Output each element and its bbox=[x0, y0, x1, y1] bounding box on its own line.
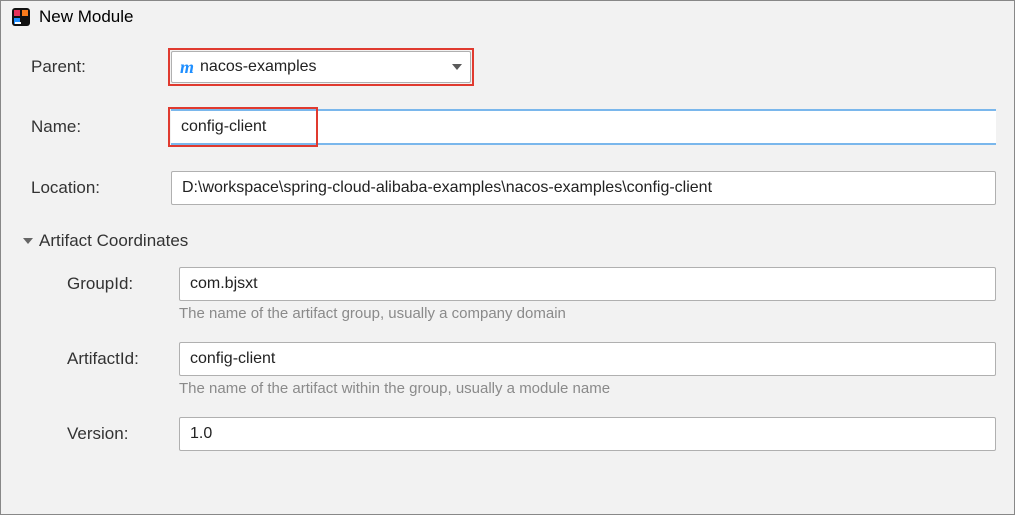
chevron-down-icon bbox=[23, 238, 33, 244]
parent-label: Parent: bbox=[31, 57, 171, 77]
artifactid-label: ArtifactId: bbox=[67, 349, 179, 369]
intellij-icon bbox=[11, 7, 31, 27]
name-input[interactable] bbox=[171, 111, 996, 143]
chevron-down-icon bbox=[452, 64, 462, 70]
new-module-dialog: New Module Parent: m nacos-examples Name… bbox=[0, 0, 1015, 515]
groupid-label: GroupId: bbox=[67, 274, 179, 294]
title-bar: New Module bbox=[1, 1, 1014, 33]
groupid-hint: The name of the artifact group, usually … bbox=[179, 305, 566, 322]
maven-icon: m bbox=[180, 57, 194, 78]
location-input[interactable] bbox=[171, 171, 996, 205]
name-label: Name: bbox=[31, 117, 171, 137]
artifact-coordinates-section: GroupId: The name of the artifact group,… bbox=[31, 267, 996, 451]
parent-value: nacos-examples bbox=[200, 58, 452, 76]
parent-combobox[interactable]: m nacos-examples bbox=[171, 51, 471, 83]
artifact-section-title: Artifact Coordinates bbox=[39, 231, 188, 251]
location-label: Location: bbox=[31, 178, 171, 198]
groupid-input[interactable] bbox=[179, 267, 996, 301]
artifactid-hint: The name of the artifact within the grou… bbox=[179, 380, 610, 397]
form-area: Parent: m nacos-examples Name: Location: bbox=[1, 33, 1014, 461]
version-input[interactable] bbox=[179, 417, 996, 451]
artifactid-input[interactable] bbox=[179, 342, 996, 376]
artifact-coordinates-toggle[interactable]: Artifact Coordinates bbox=[23, 231, 996, 251]
dialog-title: New Module bbox=[39, 7, 134, 27]
version-label: Version: bbox=[67, 424, 179, 444]
